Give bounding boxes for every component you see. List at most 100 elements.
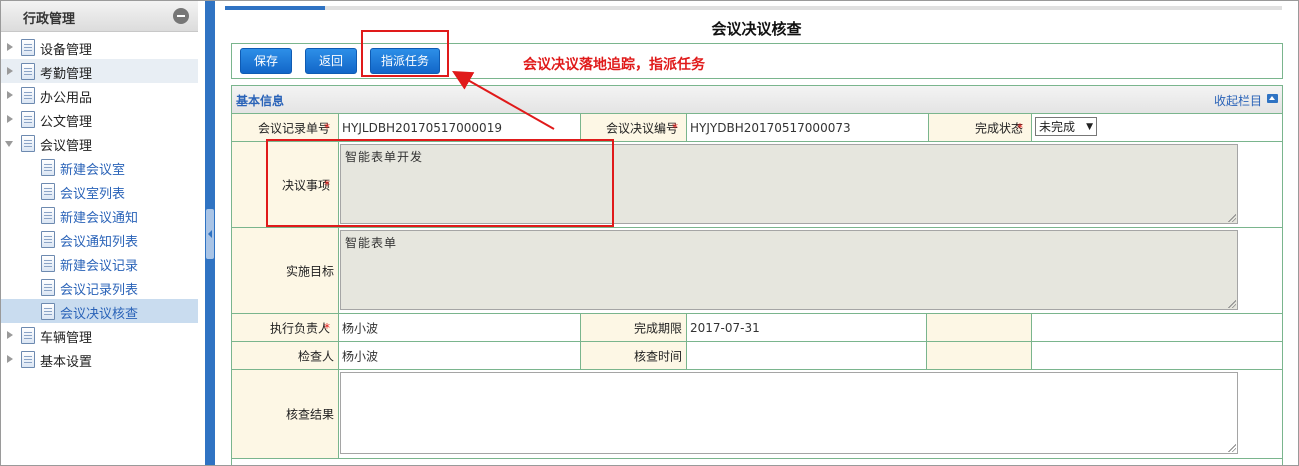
sidebar-item-meeting-room-list[interactable]: 会议室列表 [1, 179, 198, 203]
deadline-field[interactable]: 2017-07-31 [687, 314, 927, 341]
main-panel: 会议决议核查 保存 返回 指派任务 会议决议落地追踪，指派任务 基本信息 收起栏… [215, 1, 1298, 465]
sidebar-item-label: 办公用品 [40, 91, 93, 106]
document-icon [21, 327, 35, 344]
resize-grip-icon[interactable] [1228, 214, 1236, 222]
goal-label: 实施目标 [232, 228, 339, 313]
required-mark: * [324, 177, 330, 192]
sidebar-item-meetings[interactable]: 会议管理 [1, 131, 198, 155]
expand-arrow-icon[interactable] [7, 355, 13, 363]
matter-value: 智能表单开发 [345, 150, 424, 164]
deadline-label: 完成期限 [581, 314, 687, 341]
sidebar-item-label: 新建会议室 [60, 163, 126, 178]
label-text: 执行负责人 [269, 321, 330, 335]
document-icon [21, 39, 35, 56]
deadline-value: 2017-07-31 [690, 320, 760, 335]
label-text: 核查结果 [285, 407, 334, 422]
sidebar-item-label: 基本设置 [40, 355, 93, 370]
sidebar-item-label: 考勤管理 [40, 67, 93, 82]
sidebar-item-attendance[interactable]: 考勤管理 [1, 59, 198, 83]
sidebar-item-office-supplies[interactable]: 办公用品 [1, 83, 198, 107]
sidebar-header: 行政管理 [1, 1, 198, 32]
section-header: 基本信息 收起栏目 [231, 85, 1283, 114]
expand-arrow-icon[interactable] [7, 67, 13, 75]
sidebar-item-resolution-check[interactable]: 会议决议核查 [1, 299, 198, 323]
label-text: 决议事项 [281, 178, 330, 192]
collapse-up-icon[interactable] [1267, 94, 1278, 103]
sidebar-item-documents[interactable]: 公文管理 [1, 107, 198, 131]
checker-value: 杨小波 [342, 349, 379, 363]
sidebar-item-new-meeting-record[interactable]: 新建会议记录 [1, 251, 198, 275]
sidebar-item-label: 设备管理 [40, 43, 93, 58]
matter-textarea[interactable]: 智能表单开发 [340, 144, 1238, 224]
expand-arrow-icon[interactable] [7, 115, 13, 123]
status-field: 未完成 [1032, 114, 1282, 141]
sidebar-item-new-meeting-room[interactable]: 新建会议室 [1, 155, 198, 179]
sidebar-splitter[interactable] [205, 1, 215, 465]
expand-arrow-icon[interactable] [7, 331, 13, 339]
resolution-no-label: 会议决议编号 * [581, 114, 687, 141]
sidebar: 行政管理 设备管理 考勤管理 办公用品 公文管理 会议管理 新建会议室 会议室列… [1, 1, 198, 465]
sidebar-item-meeting-record-list[interactable]: 会议记录列表 [1, 275, 198, 299]
sidebar-item-label: 新建会议通知 [60, 211, 139, 226]
form-row: 核查结果 [232, 370, 1282, 459]
owner-value: 杨小波 [342, 321, 379, 335]
empty-value-cell [1032, 342, 1282, 369]
annotation-text: 会议决议落地追踪，指派任务 [523, 57, 705, 73]
assign-task-button[interactable]: 指派任务 [370, 48, 440, 74]
record-no-field: HYJLDBH20170517000019 [339, 114, 581, 141]
sidebar-item-basic-settings[interactable]: 基本设置 [1, 347, 198, 371]
document-icon [21, 87, 35, 104]
document-icon [41, 183, 55, 200]
document-icon [21, 111, 35, 128]
back-button[interactable]: 返回 [305, 48, 357, 74]
splitter-toggle-icon[interactable] [206, 209, 214, 259]
sidebar-item-label: 车辆管理 [40, 331, 93, 346]
required-mark: * [672, 120, 678, 135]
required-mark: * [324, 120, 330, 135]
document-icon [41, 207, 55, 224]
expand-arrow-icon[interactable] [7, 43, 13, 51]
save-button[interactable]: 保存 [240, 48, 292, 74]
collapse-arrow-icon[interactable] [5, 141, 13, 147]
collapse-section-link[interactable]: 收起栏目 [1214, 92, 1262, 109]
check-time-field[interactable] [687, 342, 927, 369]
document-icon [41, 255, 55, 272]
goal-textarea[interactable]: 智能表单 [340, 230, 1238, 310]
result-textarea[interactable] [340, 372, 1238, 454]
sidebar-item-label: 会议记录列表 [60, 283, 139, 298]
document-icon [41, 303, 55, 320]
collapse-icon[interactable] [173, 8, 189, 24]
label-text: 实施目标 [285, 264, 334, 278]
empty-label-cell [927, 314, 1032, 341]
label-text: 会议记录单号 [257, 121, 330, 135]
sidebar-item-meeting-notice-list[interactable]: 会议通知列表 [1, 227, 198, 251]
sidebar-item-label: 会议决议核查 [60, 307, 139, 322]
matter-label: 决议事项 * [232, 142, 339, 227]
status-select[interactable]: 未完成 [1035, 117, 1097, 136]
owner-field[interactable]: 杨小波 [339, 314, 581, 341]
sidebar-item-label: 公文管理 [40, 115, 93, 130]
sidebar-item-equipment[interactable]: 设备管理 [1, 35, 198, 59]
label-text: 会议决议编号 [605, 121, 678, 135]
check-time-label: 核查时间 [581, 342, 687, 369]
sidebar-item-label: 会议通知列表 [60, 235, 139, 250]
resize-grip-icon[interactable] [1228, 444, 1236, 452]
sidebar-item-new-meeting-notice[interactable]: 新建会议通知 [1, 203, 198, 227]
empty-value-cell [1032, 314, 1282, 341]
sidebar-tree: 设备管理 考勤管理 办公用品 公文管理 会议管理 新建会议室 会议室列表 新建会… [1, 35, 198, 371]
form-row: 决议事项 * 智能表单开发 [232, 142, 1282, 228]
expand-arrow-icon[interactable] [7, 91, 13, 99]
form-row: 实施目标 智能表单 [232, 228, 1282, 314]
form-row: 执行负责人 * 杨小波 完成期限 2017-07-31 [232, 314, 1282, 342]
resolution-no-value: HYJYDBH20170517000073 [690, 120, 851, 135]
resize-grip-icon[interactable] [1228, 300, 1236, 308]
checker-field[interactable]: 杨小波 [339, 342, 581, 369]
label-text: 完成状态 [974, 121, 1023, 135]
sidebar-item-label: 会议管理 [40, 139, 93, 154]
document-icon [21, 63, 35, 80]
sidebar-item-vehicles[interactable]: 车辆管理 [1, 323, 198, 347]
record-no-label: 会议记录单号 * [232, 114, 339, 141]
sidebar-item-label: 新建会议记录 [60, 259, 139, 274]
basic-info-form: 会议记录单号 * HYJLDBH20170517000019 会议决议编号 * HY… [231, 113, 1283, 465]
empty-label-cell [927, 342, 1032, 369]
